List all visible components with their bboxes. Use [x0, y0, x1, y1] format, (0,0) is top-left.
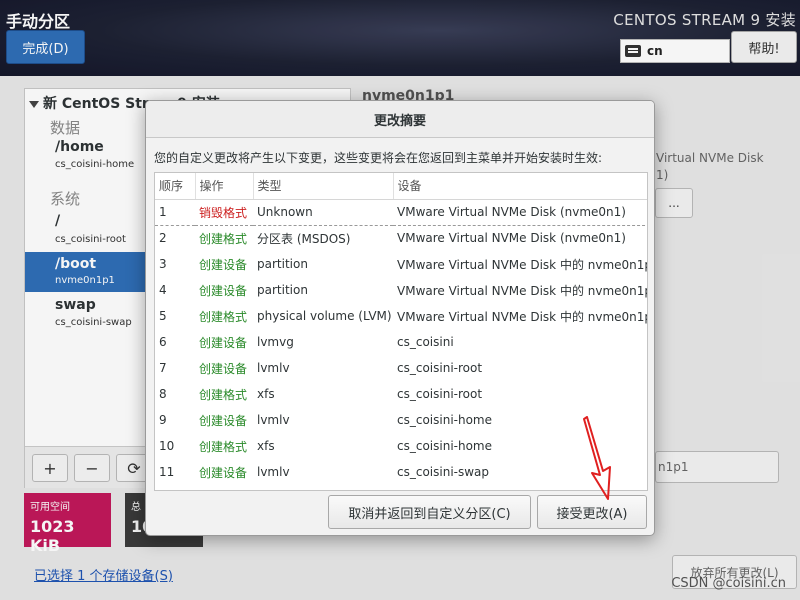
cell-device: VMware Virtual NVMe Disk 中的 nvme0n1p [397, 257, 648, 272]
table-header-row: 顺序 操作 类型 设备 [155, 173, 647, 200]
cell-order: 11 [159, 465, 175, 479]
cell-type: physical volume (LVM) [257, 309, 392, 323]
table-row[interactable]: 7 创建设备 lvmlv cs_coisini-root [155, 355, 647, 381]
cell-order: 5 [159, 309, 167, 323]
cell-device: VMware Virtual NVMe Disk (nvme0n1) [397, 231, 626, 246]
cell-type: lvmlv [257, 465, 290, 479]
cell-action: 创建设备 [199, 413, 248, 428]
table-row[interactable]: 6 创建设备 lvmvg cs_coisini [155, 329, 647, 355]
table-row[interactable]: 8 创建格式 xfs cs_coisini-root [155, 381, 647, 407]
cell-order: 12 [155, 485, 195, 490]
cell-device: cs_coisini-root [397, 361, 483, 375]
cell-type: partition [257, 257, 308, 271]
cell-action: 销毁格式 [195, 198, 253, 226]
table-row[interactable]: 4 创建设备 partition VMware Virtual NVMe Disk 中… [155, 277, 648, 303]
cell-order: 7 [159, 361, 167, 375]
table-row[interactable]: 3 创建设备 partition VMware Virtual NVMe Disk 中… [155, 251, 648, 277]
cell-action: 创建设备 [199, 361, 248, 376]
column-header-type[interactable]: 类型 [253, 173, 394, 200]
cancel-and-return-button[interactable]: 取消并返回到自定义分区(C) [328, 495, 531, 529]
cell-action: 创建设备 [199, 335, 248, 350]
cell-action: 创建格式 [199, 387, 248, 402]
cell-device: VMware Virtual NVMe Disk 中的 nvme0n1p [397, 309, 648, 324]
cell-order: 4 [159, 283, 167, 297]
cell-order: 3 [159, 257, 167, 271]
cell-type: swap [253, 485, 393, 490]
cell-action: 创建格式 [199, 439, 248, 454]
cell-device: cs_coisini-root [397, 387, 483, 401]
column-header-order[interactable]: 顺序 [155, 173, 196, 200]
cell-order: 2 [159, 231, 167, 246]
cell-order: 1 [155, 198, 195, 226]
cell-type: xfs [257, 439, 275, 453]
cell-action: 创建格式 [199, 309, 248, 324]
cell-type: lvmlv [257, 413, 290, 427]
column-header-device[interactable]: 设备 [393, 173, 647, 200]
column-header-action[interactable]: 操作 [195, 173, 254, 200]
cell-type: lvmlv [257, 361, 290, 375]
cell-device: cs_coisini [397, 335, 454, 349]
table-row[interactable]: 2 创建格式 分区表 (MSDOS) VMware Virtual NVMe Disk… [155, 225, 647, 251]
dialog-message: 您的自定义更改将产生以下变更，这些变更将会在您返回到主菜单并开始安装时生效: [154, 151, 603, 165]
cell-type: partition [257, 283, 308, 297]
cell-order: 10 [159, 439, 175, 453]
table-row[interactable]: 1 销毁格式 Unknown VMware Virtual NVMe Disk (nv… [155, 198, 647, 226]
cell-type: lvmvg [257, 335, 294, 349]
cell-order: 9 [159, 413, 167, 427]
table-row[interactable]: 5 创建格式 physical volume (LVM) VMware Virtual… [155, 303, 648, 329]
cell-action: 创建格式 [195, 485, 253, 490]
cell-type: 分区表 (MSDOS) [257, 231, 351, 246]
annotation-arrow-icon [583, 416, 611, 500]
cell-action: 创建设备 [199, 283, 248, 298]
cell-type: Unknown [253, 198, 393, 226]
cell-type: xfs [257, 387, 275, 401]
cell-device: VMware Virtual NVMe Disk (nvme0n1) [393, 198, 647, 226]
cell-device: VMware Virtual NVMe Disk 中的 nvme0n1p [397, 283, 648, 298]
cell-action: 创建设备 [199, 257, 248, 272]
dialog-title: 更改摘要 [146, 101, 654, 138]
cell-order: 6 [159, 335, 167, 349]
cell-order: 8 [159, 387, 167, 401]
cell-action: 创建设备 [199, 465, 248, 480]
cell-action: 创建格式 [199, 231, 248, 246]
